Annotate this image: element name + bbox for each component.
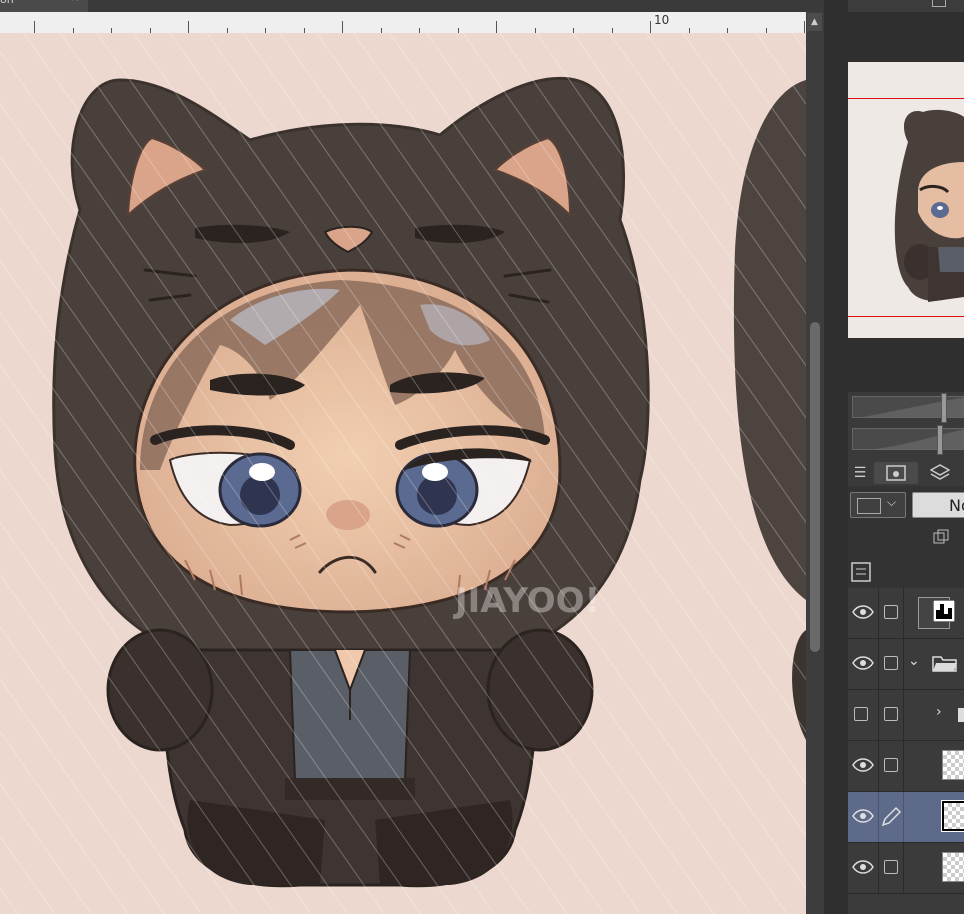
layer-thumbnail: [942, 750, 964, 780]
lock-checkbox[interactable]: [884, 860, 898, 874]
drawing-canvas[interactable]: JIAYOO!: [0, 33, 806, 914]
document-tab-label: on: [0, 0, 14, 5]
layer-thumbnail: [918, 597, 955, 629]
layer-color-dropdown[interactable]: ⌵: [850, 492, 906, 518]
viewport-frame-top: [848, 98, 964, 99]
navigator-preview[interactable]: [848, 62, 964, 338]
eye-icon[interactable]: [852, 604, 874, 620]
layer-row[interactable]: [848, 741, 964, 792]
layer-row[interactable]: [848, 588, 964, 639]
panel-header: [848, 0, 964, 12]
blend-mode-select[interactable]: No: [912, 492, 964, 518]
slider-2[interactable]: [852, 425, 964, 455]
lock-checkbox[interactable]: [884, 656, 898, 670]
lock-checkbox[interactable]: [884, 605, 898, 619]
ruler-tick: [496, 21, 497, 33]
image-icon: [886, 465, 906, 481]
chevron-down-icon: ⌵: [887, 495, 897, 509]
ruler-tick: [342, 21, 343, 33]
folder-icon: [932, 656, 957, 672]
slider-2-knob[interactable]: [937, 425, 943, 455]
slider-1-knob[interactable]: [941, 393, 947, 423]
color-sliders: [848, 392, 964, 462]
vertical-scrollbar[interactable]: ▲: [806, 12, 824, 914]
lock-checkbox[interactable]: [884, 707, 898, 721]
lock-checkbox[interactable]: [884, 758, 898, 772]
layer-list: ⌄ ›: [848, 588, 964, 914]
layer-row-subfolder[interactable]: ›: [848, 690, 964, 741]
ruler-label-10: 10: [654, 13, 670, 27]
chevron-right-icon[interactable]: ›: [936, 704, 942, 720]
folder-icon: [958, 708, 964, 722]
scroll-up-button[interactable]: ▲: [807, 13, 822, 31]
artwork: JIAYOO!: [0, 33, 806, 914]
navigator-thumbnail: [894, 109, 964, 302]
layers-icon[interactable]: [928, 462, 952, 484]
tone-curve-icon: [933, 600, 955, 622]
ruler-tick: [188, 21, 189, 33]
color-swatch: [857, 498, 881, 514]
viewport-frame-bottom: [848, 316, 964, 317]
right-panel: ☰ ⌵ No: [824, 0, 964, 914]
layer-thumbnail: [942, 852, 964, 882]
slider-1[interactable]: [852, 393, 964, 423]
layer-row-folder[interactable]: ⌄: [848, 639, 964, 690]
menu-icon[interactable]: ☰: [850, 462, 870, 484]
document-tab-strip: on ×: [0, 0, 846, 12]
layer-property-icon[interactable]: [850, 560, 874, 584]
tab-layer-property[interactable]: [874, 462, 918, 484]
horizontal-ruler: 10: [0, 12, 806, 34]
eye-icon[interactable]: [852, 655, 874, 671]
layer-panel-tabs: ☰: [848, 460, 964, 487]
eye-icon[interactable]: [852, 859, 874, 875]
eye-icon[interactable]: [852, 757, 874, 773]
panel-icon[interactable]: [932, 0, 946, 7]
scroll-thumb[interactable]: [810, 322, 820, 652]
ruler-tick: [804, 21, 805, 33]
document-tab[interactable]: on ×: [0, 0, 88, 12]
layer-thumbnail: [941, 800, 964, 832]
ruler-tick: [650, 21, 651, 33]
layer-row-selected[interactable]: [848, 792, 964, 843]
layer-props-row: [848, 558, 964, 589]
layer-tools-row: [848, 526, 964, 560]
visibility-checkbox[interactable]: [854, 707, 868, 721]
chevron-down-icon[interactable]: ⌄: [908, 653, 920, 669]
blend-row: ⌵ No: [848, 486, 964, 526]
pen-icon: [881, 806, 902, 827]
eye-icon[interactable]: [852, 808, 874, 824]
ruler-tick: [34, 21, 35, 33]
close-icon[interactable]: ×: [70, 0, 79, 3]
layer-row[interactable]: [848, 843, 964, 894]
clip-icon[interactable]: [930, 528, 960, 548]
